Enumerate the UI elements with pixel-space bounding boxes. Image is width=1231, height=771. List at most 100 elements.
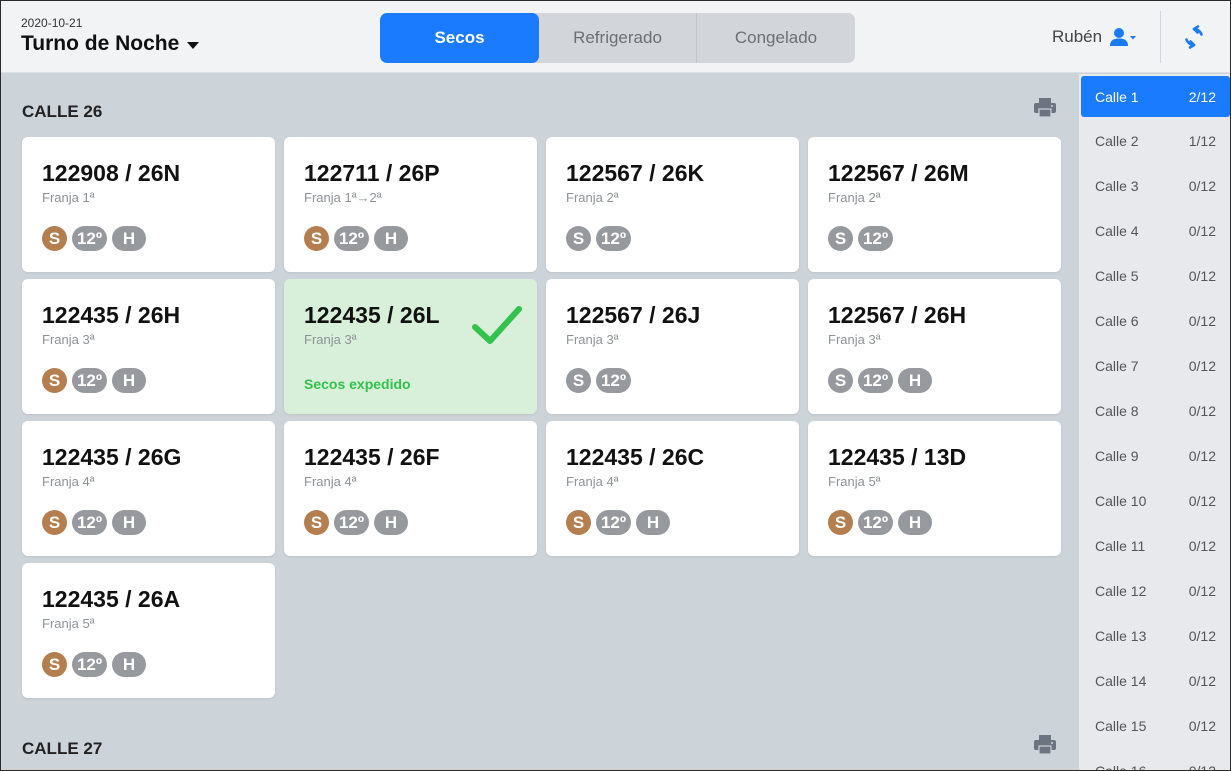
- order-code: 122435 / 26L: [304, 302, 440, 328]
- order-card[interactable]: 122435 / 26F Franja 4ª S 12º H: [284, 421, 537, 556]
- street-count: 0/12: [1188, 357, 1216, 374]
- badge-s: S: [566, 368, 591, 393]
- street-item[interactable]: Calle 13 0/12: [1081, 615, 1230, 656]
- street-item[interactable]: Calle 5 0/12: [1081, 255, 1230, 296]
- order-card[interactable]: 122435 / 26H Franja 3ª S 12º H: [22, 279, 275, 414]
- street-label: Calle 13: [1095, 627, 1147, 644]
- header-divider: [1160, 11, 1161, 63]
- badge-h: H: [112, 510, 146, 535]
- order-card[interactable]: 122567 / 26K Franja 2ª S 12º: [546, 137, 799, 272]
- user-menu[interactable]: Rubén: [1052, 27, 1137, 47]
- street-list: Calle 1 2/12 Calle 2 1/12 Calle 3 0/12 Call…: [1079, 74, 1230, 771]
- badge-group: S 12º H: [304, 510, 413, 535]
- street-label: Calle 1: [1095, 88, 1139, 105]
- street-label: Calle 11: [1095, 537, 1146, 554]
- badge-temperature: 12º: [858, 226, 893, 251]
- street-item[interactable]: Calle 12 0/12: [1081, 570, 1230, 611]
- street-item[interactable]: Calle 1 2/12: [1081, 76, 1230, 117]
- user-name: Rubén: [1052, 27, 1103, 46]
- order-franja: Franja 1ª: [42, 190, 95, 205]
- header: 2020-10-21 Turno de Noche Secos Refriger…: [1, 1, 1230, 73]
- street-item[interactable]: Calle 4 0/12: [1081, 210, 1230, 251]
- refresh-icon[interactable]: [1182, 25, 1206, 49]
- section-title-calle-27: CALLE 27: [22, 739, 103, 758]
- street-count: 1/12: [1188, 132, 1216, 149]
- badge-temperature: 12º: [596, 226, 631, 251]
- street-item[interactable]: Calle 8 0/12: [1081, 390, 1230, 431]
- street-item[interactable]: Calle 2 1/12: [1081, 120, 1230, 161]
- order-franja: Franja 3ª: [304, 332, 357, 347]
- street-count: 0/12: [1188, 447, 1216, 464]
- order-status: Secos expedido: [304, 376, 411, 392]
- badge-h: H: [898, 510, 932, 535]
- order-card[interactable]: 122435 / 26C Franja 4ª S 12º H: [546, 421, 799, 556]
- badge-s: S: [42, 368, 67, 393]
- tab-secos[interactable]: Secos: [380, 13, 539, 63]
- street-item[interactable]: Calle 9 0/12: [1081, 435, 1230, 476]
- street-item[interactable]: Calle 14 0/12: [1081, 660, 1230, 701]
- order-franja: Franja 3ª: [566, 332, 619, 347]
- badge-group: S 12º H: [42, 652, 151, 677]
- street-label: Calle 14: [1095, 672, 1147, 689]
- badge-temperature: 12º: [72, 652, 107, 677]
- street-item[interactable]: Calle 6 0/12: [1081, 300, 1230, 341]
- street-label: Calle 15: [1095, 717, 1147, 734]
- badge-temperature: 12º: [72, 510, 107, 535]
- printer-icon[interactable]: [1034, 735, 1056, 755]
- badge-s: S: [42, 226, 67, 251]
- printer-icon[interactable]: [1034, 98, 1056, 118]
- street-item[interactable]: Calle 7 0/12: [1081, 345, 1230, 386]
- order-card[interactable]: 122435 / 26G Franja 4ª S 12º H: [22, 421, 275, 556]
- order-card[interactable]: 122435 / 26A Franja 5ª S 12º H: [22, 563, 275, 698]
- street-label: Calle 10: [1095, 492, 1147, 509]
- order-card[interactable]: 122567 / 26M Franja 2ª S 12º: [808, 137, 1061, 272]
- street-count: 0/12: [1188, 717, 1216, 734]
- tab-refrigerado[interactable]: Refrigerado: [539, 13, 697, 63]
- street-item[interactable]: Calle 10 0/12: [1081, 480, 1230, 521]
- order-card[interactable]: 122567 / 26J Franja 3ª S 12º: [546, 279, 799, 414]
- order-card[interactable]: 122711 / 26P Franja 1ª→2ª S 12º H: [284, 137, 537, 272]
- badge-s: S: [566, 510, 591, 535]
- badge-group: S 12º H: [566, 510, 675, 535]
- badge-temperature: 12º: [596, 510, 631, 535]
- street-count: 0/12: [1188, 492, 1216, 509]
- order-card[interactable]: 122908 / 26N Franja 1ª S 12º H: [22, 137, 275, 272]
- user-icon: [1110, 28, 1137, 46]
- order-card[interactable]: 122567 / 26H Franja 3ª S 12º H: [808, 279, 1061, 414]
- order-code: 122567 / 26H: [828, 302, 967, 328]
- street-label: Calle 12: [1095, 582, 1147, 599]
- street-count: 0/12: [1188, 177, 1216, 194]
- order-card[interactable]: 122435 / 13D Franja 5ª S 12º H: [808, 421, 1061, 556]
- badge-s: S: [828, 510, 853, 535]
- badge-h: H: [112, 226, 146, 251]
- badge-group: S 12º: [566, 226, 636, 251]
- order-franja: Franja 4ª: [304, 474, 357, 489]
- order-code: 122711 / 26P: [304, 160, 440, 186]
- tab-congelado[interactable]: Congelado: [697, 13, 855, 63]
- street-item[interactable]: Calle 16 0/12: [1081, 750, 1230, 771]
- street-count: 2/12: [1188, 88, 1216, 105]
- order-card-shipped[interactable]: 122435 / 26L Franja 3ª Secos expedido: [284, 279, 537, 414]
- badge-h: H: [112, 368, 146, 393]
- badge-s: S: [42, 510, 67, 535]
- order-code: 122567 / 26M: [828, 160, 969, 186]
- street-label: Calle 7: [1095, 357, 1139, 374]
- order-code: 122435 / 26G: [42, 444, 182, 470]
- badge-temperature: 12º: [334, 510, 369, 535]
- check-icon: [472, 306, 522, 344]
- shift-date: 2020-10-21: [21, 16, 83, 30]
- badge-group: S 12º H: [42, 226, 151, 251]
- street-item[interactable]: Calle 11 0/12: [1081, 525, 1230, 566]
- order-code: 122908 / 26N: [42, 160, 181, 186]
- badge-h: H: [112, 652, 146, 677]
- order-franja: Franja 2ª: [566, 190, 619, 205]
- street-item[interactable]: Calle 3 0/12: [1081, 165, 1230, 206]
- shift-selector[interactable]: Turno de Noche: [21, 32, 200, 56]
- badge-group: S 12º H: [304, 226, 413, 251]
- street-label: Calle 9: [1095, 447, 1139, 464]
- category-tabs: Secos Refrigerado Congelado: [380, 13, 855, 63]
- street-item[interactable]: Calle 15 0/12: [1081, 705, 1230, 746]
- order-code: 122435 / 26C: [566, 444, 705, 470]
- order-code: 122435 / 26H: [42, 302, 181, 328]
- street-count: 0/12: [1188, 762, 1216, 771]
